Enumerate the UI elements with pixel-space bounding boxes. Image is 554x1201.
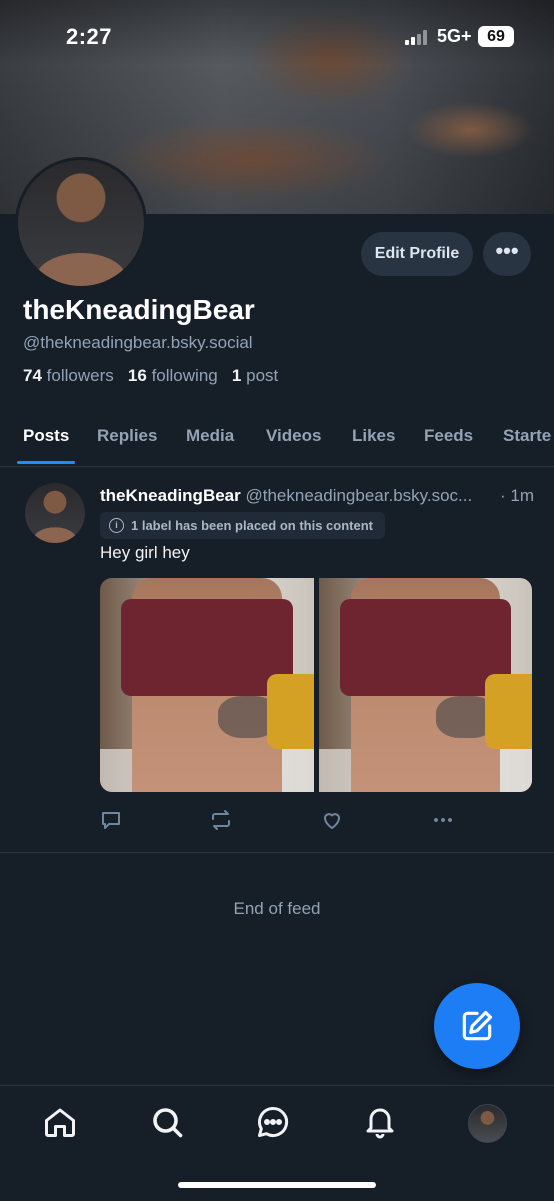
bell-icon[interactable] — [362, 1104, 398, 1140]
compose-button[interactable] — [434, 983, 520, 1069]
signal-icon — [405, 30, 433, 45]
compose-icon — [462, 1010, 493, 1041]
posts-label: post — [246, 366, 279, 385]
followers-link[interactable]: 74 followers — [23, 366, 114, 385]
edit-profile-button[interactable]: Edit Profile — [361, 232, 473, 276]
posts-stat: 1 post — [232, 366, 278, 385]
posts-count: 1 — [231, 366, 242, 385]
post-text: Hey girl hey — [100, 543, 190, 562]
info-icon: i — [109, 518, 124, 533]
tab-likes[interactable]: Likes — [352, 426, 395, 446]
following-label: following — [151, 366, 218, 385]
followers-label: followers — [46, 366, 114, 385]
home-indicator — [178, 1182, 376, 1188]
like-icon[interactable] — [320, 808, 344, 832]
profile-tabs: Posts Replies Media Videos Likes Feeds S… — [0, 414, 554, 467]
content-label-notice[interactable]: i 1 label has been placed on this conten… — [100, 512, 385, 539]
label-notice-text: 1 label has been placed on this content — [131, 518, 373, 533]
home-icon[interactable] — [42, 1104, 78, 1140]
end-of-feed: End of feed — [233, 899, 321, 918]
tab-posts[interactable]: Posts — [23, 426, 69, 446]
post-author[interactable]: theKneadingBear — [100, 486, 241, 505]
status-time: 2:27 — [66, 24, 113, 49]
profile-stats: 74 followers 16 following 1 post — [23, 366, 278, 386]
post-image[interactable] — [100, 578, 314, 792]
repost-icon[interactable] — [209, 808, 233, 832]
post-image[interactable] — [319, 578, 532, 792]
battery-indicator: 69 — [478, 26, 514, 47]
nav-profile-avatar[interactable] — [468, 1104, 507, 1143]
network-type: 5G+ — [437, 26, 472, 46]
tab-feeds[interactable]: Feeds — [424, 426, 473, 446]
more-icon[interactable] — [431, 808, 455, 832]
post-header: theKneadingBear @thekneadingbear.bsky.so… — [100, 486, 532, 506]
active-tab-indicator — [17, 461, 75, 464]
profile-handle: @thekneadingbear.bsky.social — [23, 333, 253, 352]
tab-media[interactable]: Media — [186, 426, 234, 446]
tab-videos[interactable]: Videos — [266, 426, 321, 446]
profile-display-name: theKneadingBear — [23, 294, 255, 325]
followers-count: 74 — [23, 366, 42, 385]
post-avatar[interactable] — [25, 483, 85, 543]
search-icon[interactable] — [149, 1104, 185, 1140]
post-divider — [0, 852, 554, 853]
chat-icon[interactable] — [255, 1104, 291, 1140]
following-count: 16 — [127, 366, 147, 385]
tab-starter-packs[interactable]: Starte — [503, 426, 551, 446]
post-handle[interactable]: @thekneadingbear.bsky.soc... — [245, 486, 472, 505]
following-link[interactable]: 16 following — [128, 366, 218, 385]
tab-replies[interactable]: Replies — [97, 426, 157, 446]
post-timestamp[interactable]: · 1m — [500, 486, 534, 506]
profile-more-button[interactable]: ••• — [483, 232, 531, 276]
reply-icon[interactable] — [99, 808, 123, 832]
profile-avatar[interactable] — [15, 157, 147, 289]
